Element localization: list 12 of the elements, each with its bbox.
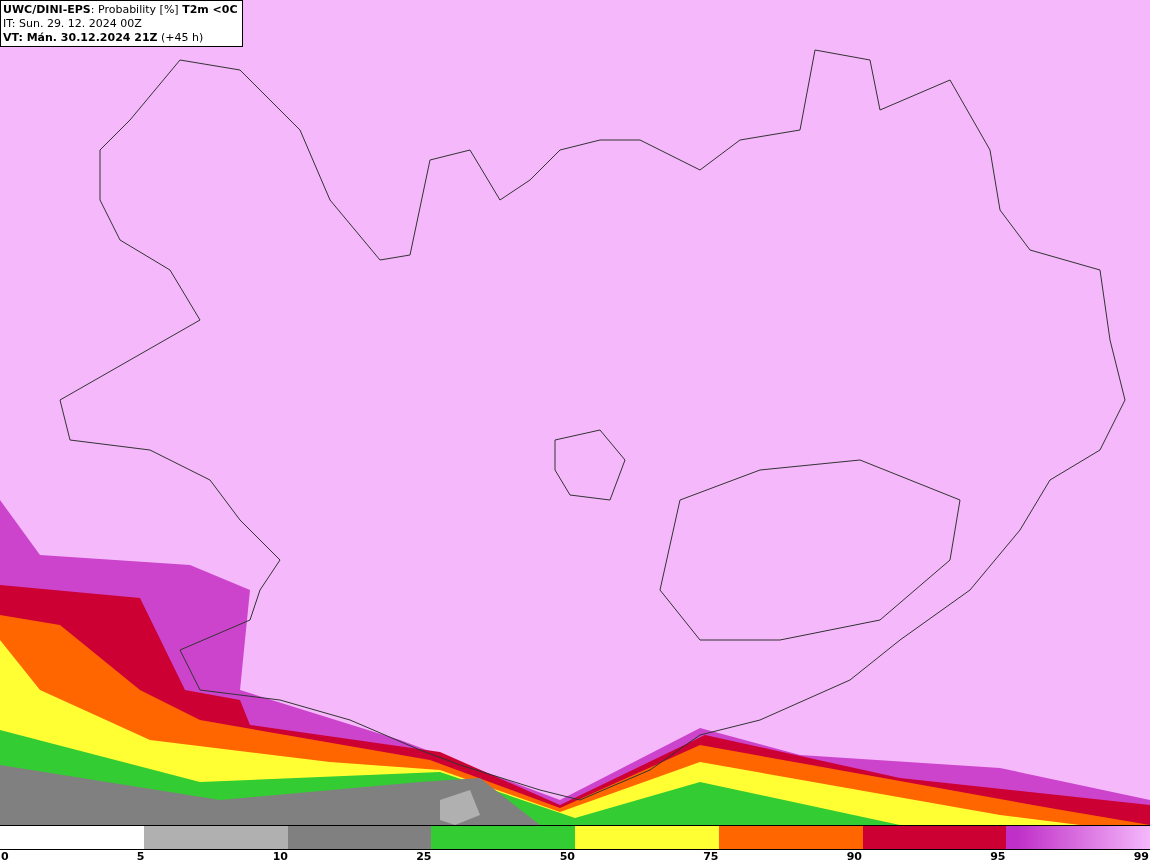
scale-label: 50 xyxy=(559,850,575,863)
scale-label: 99 xyxy=(1133,850,1149,863)
scale-label: 25 xyxy=(416,850,432,863)
scale-label: 75 xyxy=(703,850,719,863)
map-title: UWC/DINI-EPS: Probability [%] T2m <0C xyxy=(3,3,238,17)
scale-label: 5 xyxy=(136,850,145,863)
scale-label: 10 xyxy=(272,850,288,863)
valid-time: VT: Mán. 30.12.2024 21Z (+45 h) xyxy=(3,31,205,45)
init-time: IT: Sun. 29. 12. 2024 00Z xyxy=(3,17,143,31)
scale-label: 95 xyxy=(990,850,1006,863)
scale-label: 0 xyxy=(1,850,9,863)
scale-label: 90 xyxy=(846,850,862,863)
